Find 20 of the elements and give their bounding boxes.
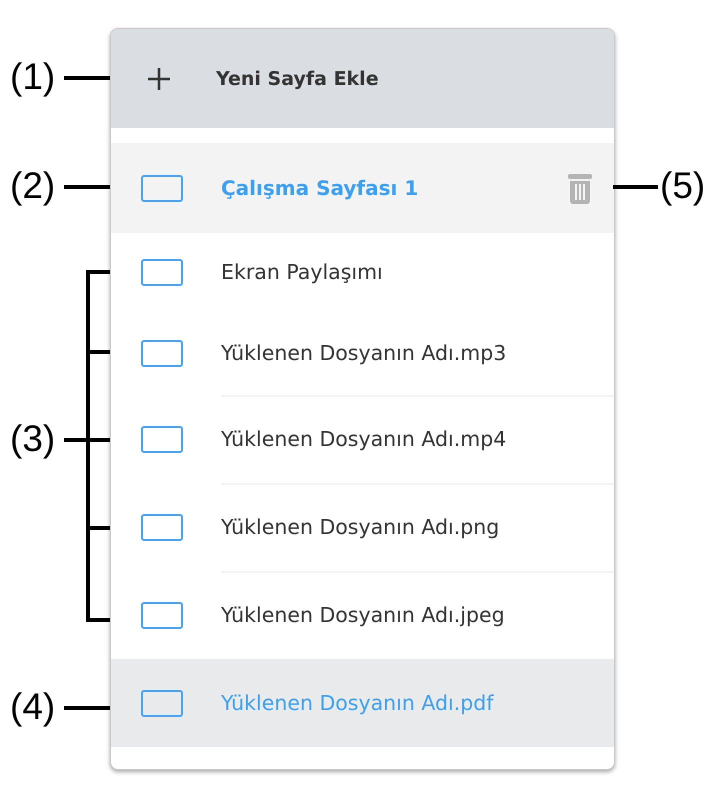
page-item[interactable]: Yüklenen Dosyanın Adı.mp3 [111, 311, 614, 395]
add-page-button[interactable]: Yeni Sayfa Ekle [111, 29, 614, 128]
page-item[interactable]: Ekran Paylaşımı [111, 233, 614, 311]
page-icon [141, 174, 183, 202]
page-item[interactable]: Yüklenen Dosyanın Adı.jpeg [111, 571, 614, 659]
callout-label: (1) [10, 56, 56, 98]
page-icon [141, 258, 183, 286]
page-icon [141, 514, 183, 540]
callout-label: (4) [10, 686, 56, 728]
callout-label: (5) [660, 165, 706, 207]
plus-icon [147, 66, 171, 90]
trash-icon[interactable] [568, 172, 592, 204]
page-icon [141, 340, 183, 366]
page-item[interactable]: Yüklenen Dosyanın Adı.png [111, 483, 614, 571]
page-icon [141, 426, 183, 452]
callout-label: (3) [10, 418, 56, 460]
page-item[interactable]: Yüklenen Dosyanın Adı.mp4 [111, 395, 614, 483]
callout-label: (2) [10, 165, 56, 207]
page-icon [141, 602, 183, 628]
page-icon [141, 690, 183, 716]
